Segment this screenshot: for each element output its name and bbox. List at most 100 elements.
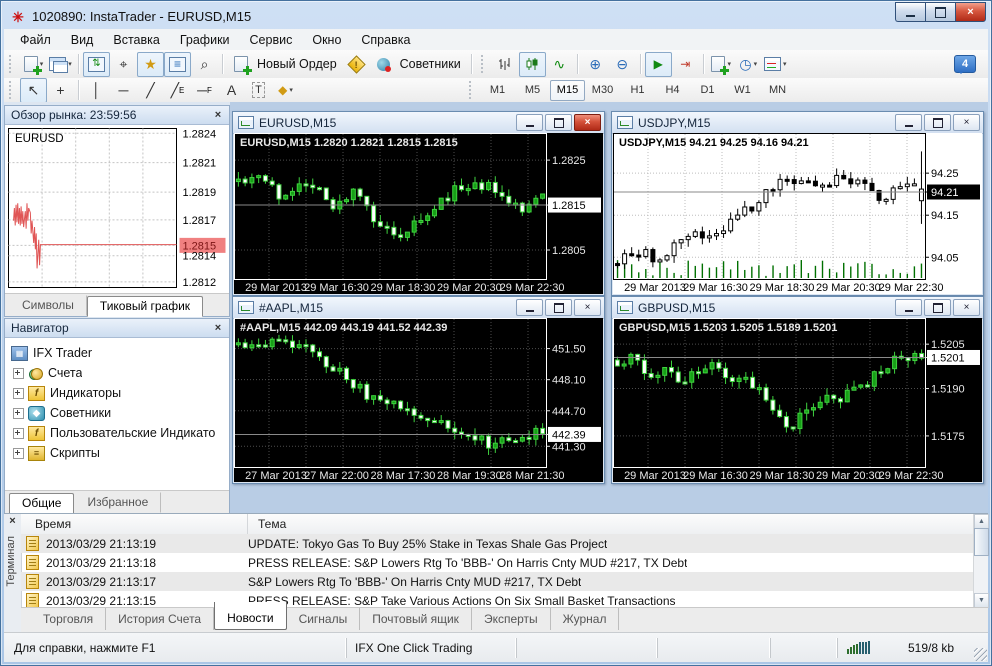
close-icon[interactable]: × xyxy=(211,109,225,121)
notifications-badge[interactable]: 4 xyxy=(954,55,976,74)
timeframe-m5[interactable]: M5 xyxy=(515,80,550,101)
chart-window-titlebar[interactable]: GBPUSD,M15 × xyxy=(612,297,983,319)
close-button[interactable]: × xyxy=(574,114,601,131)
timeframe-w1[interactable]: W1 xyxy=(725,80,760,101)
restore-button[interactable] xyxy=(924,114,951,131)
tab-account-history[interactable]: История Счета xyxy=(106,608,215,630)
tab-common[interactable]: Общие xyxy=(9,493,75,514)
terminal-scrollbar[interactable]: ▲ ▼ xyxy=(973,514,989,608)
strategy-tester-button[interactable]: ⌕ xyxy=(191,52,218,77)
timeframe-h1[interactable]: H1 xyxy=(620,80,655,101)
timeframe-h4[interactable]: H4 xyxy=(655,80,690,101)
timeframe-d1[interactable]: D1 xyxy=(690,80,725,101)
news-row[interactable]: 2013/03/29 21:13:18 PRESS RELEASE: S&P L… xyxy=(21,553,974,572)
tab-signals[interactable]: Сигналы xyxy=(287,608,361,630)
auto-scroll-button[interactable]: ▶ xyxy=(644,51,672,77)
timeframe-m1[interactable]: M1 xyxy=(480,80,515,101)
crosshair-button[interactable]: + xyxy=(47,78,74,103)
tree-item-custom-indicators[interactable]: f Пользовательские Индикато xyxy=(5,423,229,443)
periods-button[interactable]: ◷ ▾ xyxy=(735,52,762,77)
metaeditor-button[interactable]: ! xyxy=(343,52,370,77)
expand-icon[interactable] xyxy=(13,387,24,399)
line-chart-button[interactable]: ∿ xyxy=(546,52,573,77)
navigator-toggle[interactable]: ★ xyxy=(137,51,164,77)
indicators-button[interactable]: ▾ xyxy=(708,52,735,77)
one-click-trading-status[interactable]: IFX One Click Trading xyxy=(346,637,516,658)
candlestick-chart[interactable]: 1.2825 1.2815 1.2805 29 Mar 2013 29 Mar 16:3… xyxy=(234,133,603,294)
text-label-button[interactable]: T xyxy=(245,78,272,103)
terminal-vertical-label[interactable]: Терминал xyxy=(5,536,17,587)
tree-item-advisors[interactable]: ◆ Советники xyxy=(5,403,229,423)
menu-help[interactable]: Справка xyxy=(351,31,420,49)
close-button[interactable]: × xyxy=(574,299,601,316)
new-chart-button[interactable]: ▾ xyxy=(20,52,47,77)
minimize-button[interactable] xyxy=(516,299,543,316)
text-button[interactable]: A xyxy=(218,78,245,103)
tree-item-accounts[interactable]: Счета xyxy=(5,363,229,383)
timeframe-m30[interactable]: M30 xyxy=(585,80,620,101)
chart-window-eurusd[interactable]: EURUSD,M15 × 1.2825 1.2815 1.2805 29 Mar 20… xyxy=(232,111,605,296)
close-button[interactable]: × xyxy=(953,114,980,131)
resize-grip[interactable] xyxy=(974,648,987,661)
expand-icon[interactable] xyxy=(13,367,24,379)
scroll-down-icon[interactable]: ▼ xyxy=(974,593,989,608)
terminal-toggle[interactable]: ≡ xyxy=(164,51,191,77)
trendline-button[interactable]: ╱ xyxy=(137,78,164,103)
chart-window-titlebar[interactable]: EURUSD,M15 × xyxy=(233,112,604,134)
market-watch-toggle[interactable]: ⇅ xyxy=(83,51,110,77)
toolbar-grip[interactable] xyxy=(469,81,476,99)
cursor-button[interactable]: ↖ xyxy=(20,77,47,103)
vertical-line-button[interactable]: │ xyxy=(83,78,110,103)
new-order-label[interactable]: Новый Ордер xyxy=(257,57,337,71)
connection-status[interactable]: 519/8 kb xyxy=(837,637,988,658)
profiles-button[interactable]: ▾ xyxy=(47,52,74,77)
restore-button[interactable] xyxy=(545,299,572,316)
zoom-in-button[interactable]: ⊕ xyxy=(582,52,609,77)
close-window-button[interactable]: × xyxy=(955,2,986,22)
menu-insert[interactable]: Вставка xyxy=(103,31,169,49)
minimize-button[interactable] xyxy=(895,114,922,131)
chart-window-aapl[interactable]: #AAPL,M15 × 451.50 448.10 444.70 442.39 441.… xyxy=(232,296,605,484)
tab-tick-chart[interactable]: Тиковый график xyxy=(86,296,204,317)
news-row[interactable]: 2013/03/29 21:13:15 PRESS RELEASE: S&P T… xyxy=(21,591,974,608)
close-icon[interactable]: × xyxy=(6,515,19,528)
minimize-button[interactable] xyxy=(895,299,922,316)
tab-news[interactable]: Новости xyxy=(214,602,287,630)
candlestick-chart[interactable]: 451.50 448.10 444.70 442.39 441.30 27 Mar 201… xyxy=(234,318,603,482)
toolbar-grip[interactable] xyxy=(9,55,16,73)
advisors-label[interactable]: Советники xyxy=(400,57,461,71)
candlestick-chart[interactable]: 1.5205 1.5201 1.5190 1.5175 29 Mar 2013 29 Ma… xyxy=(613,318,982,482)
chart-window-titlebar[interactable]: USDJPY,M15 × xyxy=(612,112,983,134)
tab-experts[interactable]: Эксперты xyxy=(472,608,551,630)
maximize-window-button[interactable] xyxy=(925,2,955,22)
chart-window-usdjpy[interactable]: USDJPY,M15 × 94.25 94.21 94.15 94.05 29 Mar … xyxy=(611,111,984,296)
candlestick-chart[interactable]: 94.25 94.21 94.15 94.05 29 Mar 2013 29 Mar 16… xyxy=(613,133,982,294)
channel-button[interactable]: ╱ E xyxy=(164,78,191,103)
chart-window-titlebar[interactable]: #AAPL,M15 × xyxy=(233,297,604,319)
menu-window[interactable]: Окно xyxy=(302,31,351,49)
candlestick-button[interactable] xyxy=(518,51,546,77)
timeframe-mn[interactable]: MN xyxy=(760,80,795,101)
chart-shift-button[interactable]: ⇥ xyxy=(672,52,699,77)
expert-advisors-button[interactable] xyxy=(370,52,397,77)
tab-journal[interactable]: Журнал xyxy=(551,608,620,630)
data-window-button[interactable]: ⌖ xyxy=(110,52,137,77)
close-button[interactable]: × xyxy=(953,299,980,316)
tab-trade[interactable]: Торговля xyxy=(31,608,107,630)
chart-window-gbpusd[interactable]: GBPUSD,M15 × 1.5205 1.5201 1.5190 1.5175 29 … xyxy=(611,296,984,484)
zoom-out-button[interactable]: ⊖ xyxy=(609,52,636,77)
expand-icon[interactable] xyxy=(13,407,24,419)
column-topic[interactable]: Тема xyxy=(248,517,286,531)
tree-root-ifx-trader[interactable]: ▦ IFX Trader xyxy=(5,343,229,363)
minimize-window-button[interactable] xyxy=(895,2,925,22)
restore-button[interactable] xyxy=(924,299,951,316)
tick-chart[interactable]: 1.2824 1.2821 1.2819 1.2817 1.2815 1.2814 1.28… xyxy=(7,126,227,291)
tree-item-scripts[interactable]: ≡ Скрипты xyxy=(5,443,229,463)
menu-view[interactable]: Вид xyxy=(61,31,104,49)
news-row[interactable]: 2013/03/29 21:13:19 UPDATE: Tokyo Gas To… xyxy=(21,534,974,553)
column-time[interactable]: Время xyxy=(21,514,248,534)
tab-mailbox[interactable]: Почтовый ящик xyxy=(360,608,472,630)
toolbar-grip[interactable] xyxy=(480,55,488,73)
templates-button[interactable]: ▾ xyxy=(762,52,789,77)
toolbar-grip[interactable] xyxy=(9,81,16,99)
